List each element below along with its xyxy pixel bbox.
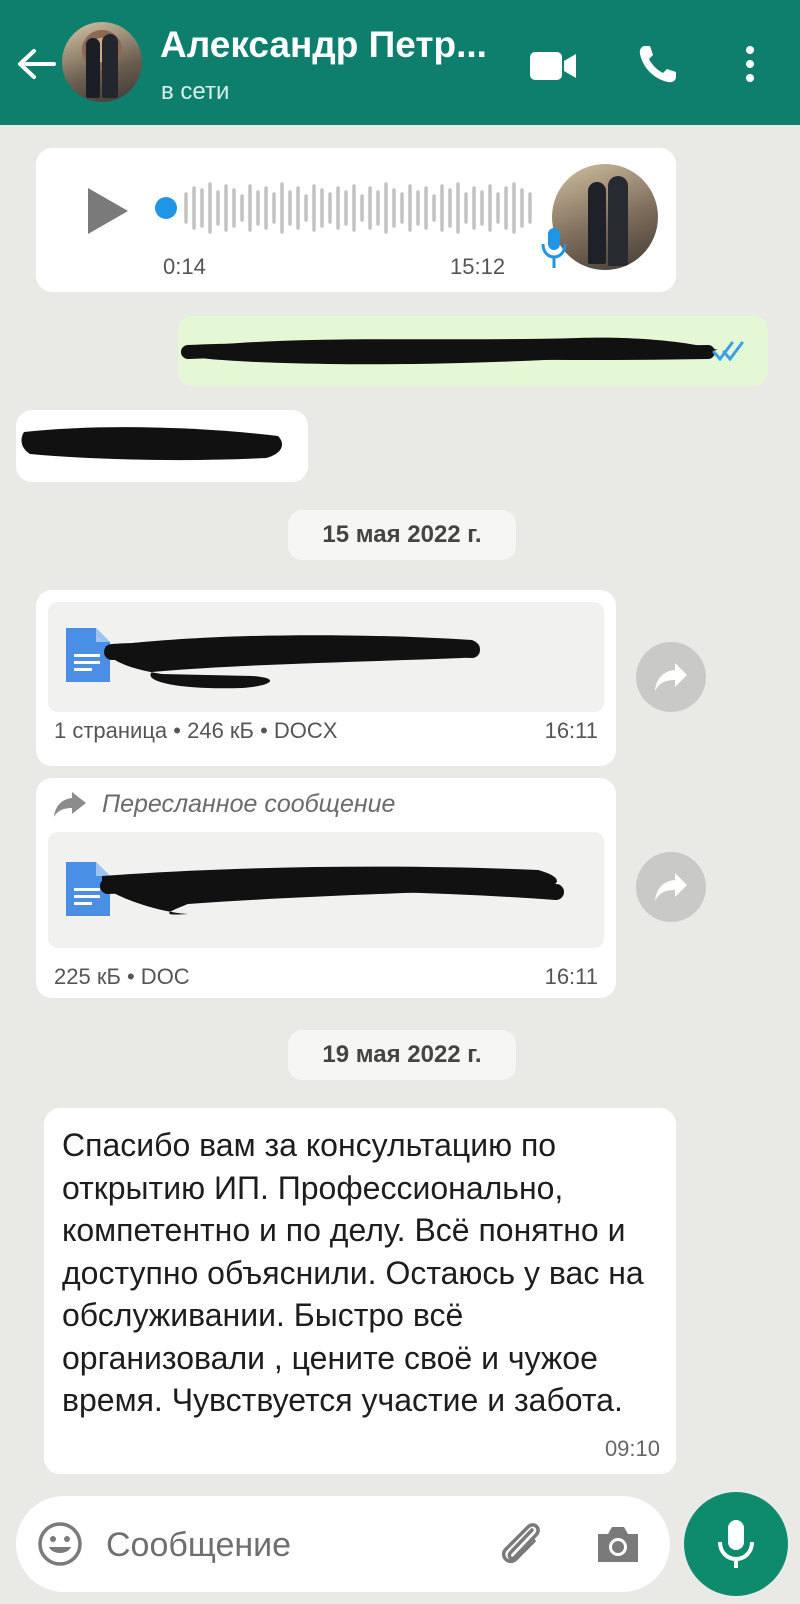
redaction-scribble: [181, 337, 718, 365]
voice-message-bubble: 0:14 15:12: [36, 148, 676, 292]
document-message[interactable]: 1 страница • 246 кБ • DOCX 16:11: [36, 590, 616, 766]
contact-status: в сети: [161, 78, 230, 105]
chat-header: Александр Петр... в сети: [0, 0, 800, 125]
camera-icon[interactable]: [594, 1522, 642, 1566]
incoming-message-redacted: [16, 410, 308, 482]
voice-timestamp: 15:12: [450, 254, 506, 279]
attach-icon[interactable]: [496, 1518, 546, 1570]
emoji-icon[interactable]: [36, 1520, 84, 1568]
back-arrow-icon[interactable]: [14, 42, 58, 86]
play-icon[interactable]: [82, 184, 132, 238]
forward-button[interactable]: [636, 642, 706, 712]
voice-duration: 0:14: [163, 254, 206, 279]
double-check-icon: [712, 341, 744, 362]
document-meta: 225 кБ • DOC: [54, 964, 190, 989]
document-meta: 1 страница • 246 кБ • DOCX: [54, 718, 338, 743]
forward-icon: [655, 663, 687, 691]
phone-call-icon[interactable]: [636, 42, 680, 86]
video-call-icon[interactable]: [528, 46, 578, 86]
forward-icon: [655, 873, 687, 901]
more-options-icon[interactable]: [740, 42, 760, 86]
document-timestamp: 16:11: [544, 964, 598, 989]
sender-avatar: [552, 164, 658, 270]
forwarded-icon: [54, 792, 86, 817]
message-timestamp: 09:10: [604, 1436, 660, 1461]
document-preview[interactable]: [48, 602, 604, 712]
microphone-icon: [718, 1520, 754, 1568]
contact-name[interactable]: Александр Петр...: [160, 24, 487, 66]
outgoing-message-redacted: [178, 316, 768, 386]
message-text: Спасибо вам за консультацию по открытию …: [62, 1127, 644, 1418]
forwarded-label: Пересланное сообщение: [102, 790, 396, 818]
contact-avatar[interactable]: [62, 22, 142, 102]
redaction-scribble: [21, 427, 283, 461]
date-separator: 19 мая 2022 г.: [288, 1030, 516, 1080]
redaction-scribble: [104, 635, 480, 689]
redaction-scribble: [100, 866, 564, 915]
forward-button[interactable]: [636, 852, 706, 922]
mic-icon: [541, 228, 567, 268]
message-input[interactable]: [104, 1514, 488, 1576]
voice-waveform[interactable]: [152, 178, 552, 238]
message-compose-bar: [16, 1496, 670, 1592]
date-separator: 15 мая 2022 г.: [288, 510, 516, 560]
document-timestamp: 16:11: [544, 718, 598, 743]
incoming-text-message: Спасибо вам за консультацию по открытию …: [44, 1108, 676, 1474]
document-preview[interactable]: [48, 832, 604, 948]
voice-record-button[interactable]: [684, 1492, 788, 1596]
forwarded-document-message[interactable]: Пересланное сообщение 225 кБ • DOC 16:11: [36, 778, 616, 998]
